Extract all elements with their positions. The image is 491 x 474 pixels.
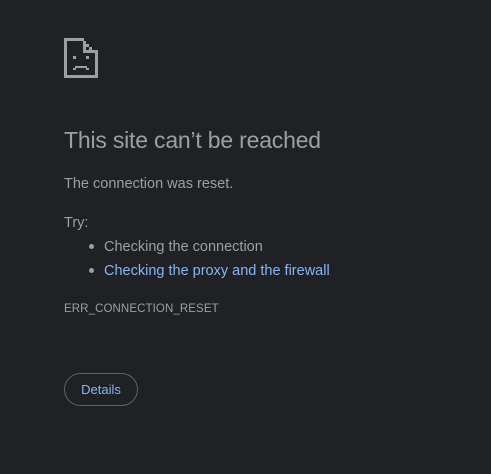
suggestion-check-connection: Checking the connection bbox=[104, 239, 263, 255]
sad-page-icon bbox=[64, 38, 98, 80]
error-code: ERR_CONNECTION_RESET bbox=[64, 303, 219, 315]
suggestion-item-connection: Checking the connection bbox=[64, 238, 330, 262]
error-title: This site can’t be reached bbox=[64, 127, 321, 153]
details-button[interactable]: Details bbox=[64, 373, 138, 406]
try-label: Try: bbox=[64, 215, 89, 231]
suggestion-item-proxy: Checking the proxy and the firewall bbox=[64, 262, 330, 286]
bullet-icon bbox=[89, 268, 94, 273]
bullet-icon bbox=[89, 244, 94, 249]
suggestions-list: Checking the connection Checking the pro… bbox=[64, 238, 330, 286]
suggestion-check-proxy-link[interactable]: Checking the proxy and the firewall bbox=[104, 263, 330, 279]
error-message: The connection was reset. bbox=[64, 176, 234, 192]
